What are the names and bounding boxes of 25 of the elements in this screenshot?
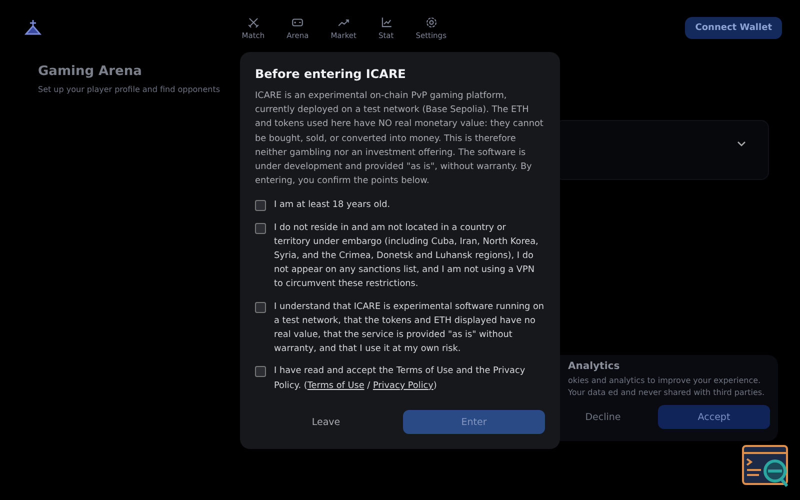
- line-chart-icon: [380, 16, 393, 29]
- connect-wallet-button[interactable]: Connect Wallet: [685, 17, 782, 39]
- accept-button[interactable]: Accept: [658, 405, 770, 429]
- crossed-swords-icon: [246, 16, 260, 29]
- dialog-title: Before entering ICARE: [255, 67, 407, 81]
- checkbox[interactable]: [255, 222, 266, 234]
- banner-text: okies and analytics to improve your experience. Your data ed and never shared with third parties.: [568, 375, 766, 399]
- checkbox[interactable]: [255, 200, 266, 212]
- checkbox-label: I am at least 18 years old.: [274, 199, 390, 212]
- banner-title: Analytics: [568, 361, 621, 372]
- page-title: Gaming Arena: [38, 64, 142, 79]
- checkbox-label: I have read and accept the Terms of Use and the Privacy Policy. (Terms of Use / Privacy Policy): [274, 365, 526, 393]
- page-subtitle: Set up your player profile and find opponents: [38, 85, 220, 94]
- policy-link[interactable]: Privacy Policy: [372, 380, 434, 391]
- terminal-search-icon[interactable]: [742, 445, 791, 489]
- gear-icon: [424, 16, 438, 29]
- checkbox-label: I do not reside in and am not located in a country or territory under embargo (including Cuba, Iran, North Korea, Syria, and the Crimea, Donetsk and Luhansk regions), I do not appear on any sanctions list, and I am not using a VPN to circumvent these restrictions.: [274, 222, 540, 292]
- gamepad-icon: [291, 16, 304, 29]
- checkbox-label: I understand that ICARE is experimental software running on a test network, that the tokens and ETH displayed have no real value, that the service is provided "as is" without warranty, and that I use it at my own risk.: [274, 300, 545, 356]
- decline-button[interactable]: Decline: [568, 405, 638, 429]
- dialog-text: ICARE is an experimental on-chain PvP gaming platform, currently deployed on a test network (Base Sepolia). The ETH and tokens used here have NO real monetary value: they cannot be bought, sold, or converted into money. This is therefore neither gambling nor an investment offering. The software is under development and provided "as is", without warranty. By entering, you confirm the points below.: [255, 90, 544, 188]
- chevron-down-icon[interactable]: [737, 141, 746, 147]
- policy-link[interactable]: Terms of Use: [307, 380, 364, 391]
- checkbox[interactable]: [255, 302, 266, 313]
- checkbox[interactable]: [255, 366, 266, 378]
